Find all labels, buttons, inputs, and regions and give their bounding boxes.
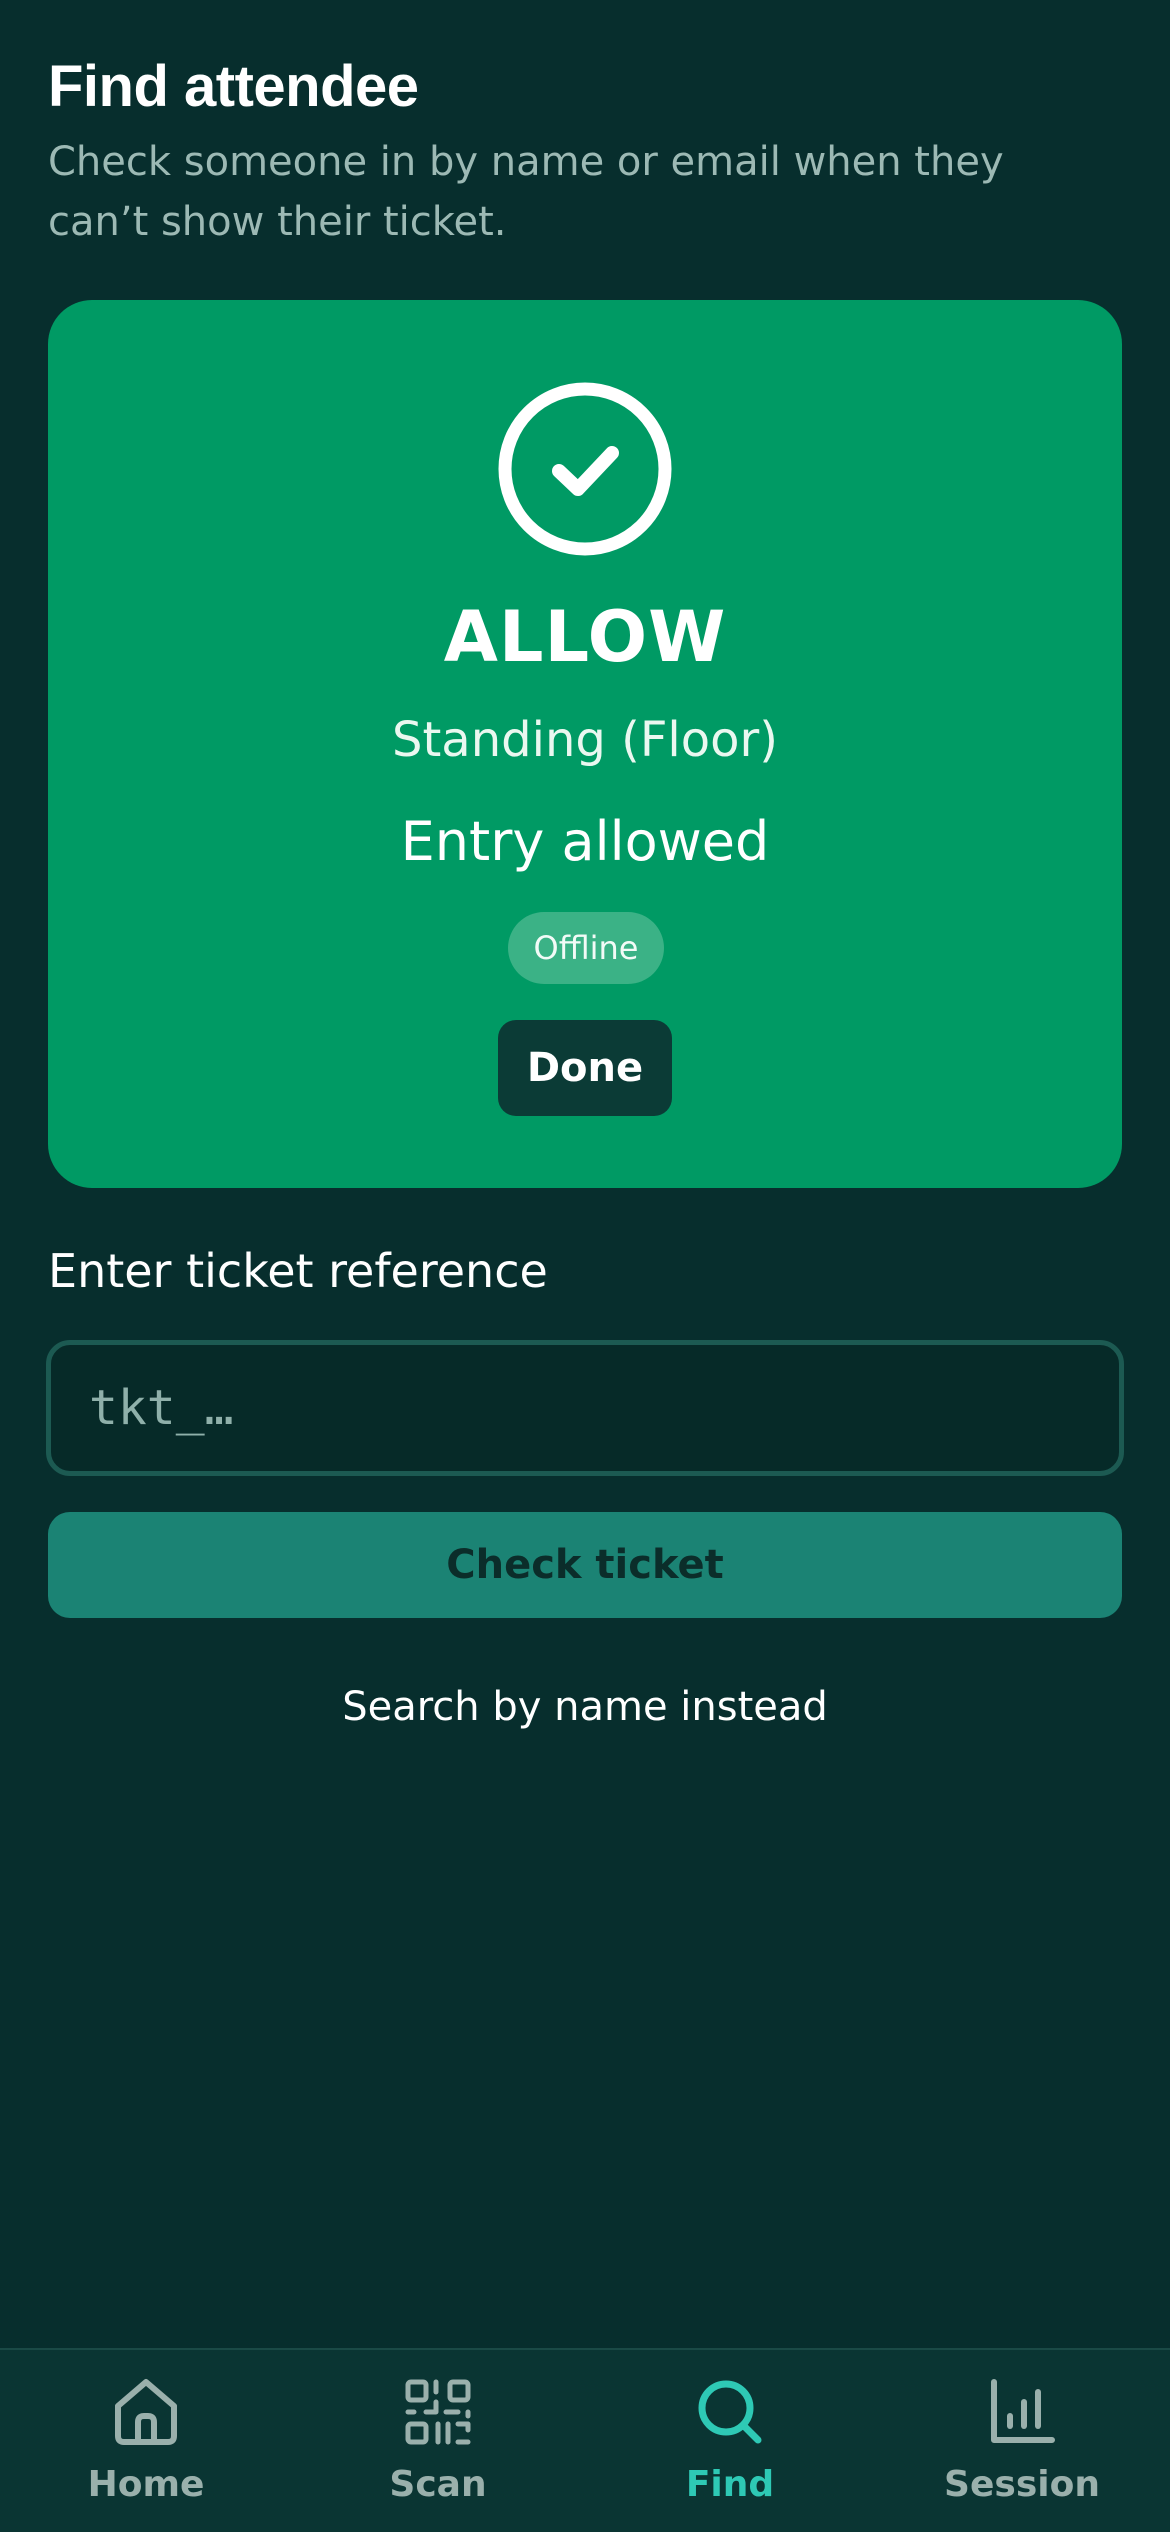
ticket-reference-label: Enter ticket reference xyxy=(48,1244,548,1298)
status-label: ALLOW xyxy=(443,596,727,678)
tab-find[interactable]: Find xyxy=(584,2350,876,2532)
bottom-tab-bar: Home Scan Find Session xyxy=(0,2348,1170,2532)
tab-find-label: Find xyxy=(685,2464,775,2505)
done-button[interactable]: Done xyxy=(498,1020,672,1116)
page-subtitle: Check someone in by name or email when t… xyxy=(48,139,1004,245)
status-message: Entry allowed xyxy=(400,810,770,873)
offline-badge: Offline xyxy=(508,912,664,984)
qr-code-icon xyxy=(405,2379,471,2445)
tab-home-label: Home xyxy=(87,2464,205,2505)
search-by-name-link[interactable]: Search by name instead xyxy=(0,1684,1170,1730)
tab-scan[interactable]: Scan xyxy=(292,2350,584,2532)
bar-chart-icon xyxy=(991,2379,1055,2443)
ticket-reference-input[interactable] xyxy=(46,1340,1124,1476)
ticket-type: Standing (Floor) xyxy=(392,712,778,768)
tab-session-label: Session xyxy=(944,2464,1100,2505)
search-icon xyxy=(698,2380,762,2444)
tab-home[interactable]: Home xyxy=(0,2350,292,2532)
tab-scan-label: Scan xyxy=(389,2464,487,2505)
check-ticket-button[interactable]: Check ticket xyxy=(48,1512,1122,1618)
tab-session[interactable]: Session xyxy=(876,2350,1168,2532)
result-card: ALLOW Standing (Floor) Entry allowed Off… xyxy=(48,300,1122,1188)
home-icon xyxy=(115,2379,177,2445)
page-title: Find attendee xyxy=(48,54,419,119)
find-attendee-screen: Find attendee Check someone in by name o… xyxy=(0,0,1170,2532)
check-circle-icon xyxy=(498,382,672,556)
